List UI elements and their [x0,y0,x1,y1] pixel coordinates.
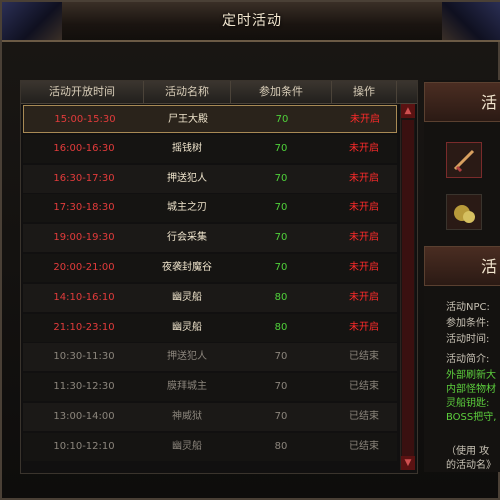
detail-header-2: 活 [424,246,500,286]
row-level: 80 [274,440,288,452]
row-time: 21:10-23:10 [53,321,115,333]
time-label: 活动时间: [446,334,490,345]
condition-label: 参加条件: [446,318,490,329]
row-time: 19:00-19:30 [53,232,115,244]
row-status: 未开启 [349,142,379,154]
scroll-up-icon[interactable]: ▲ [401,104,415,118]
table-header: 活动开放时间 活动名称 参加条件 操作 [21,81,417,104]
header-action: 操作 [332,81,397,103]
row-time: 15:00-15:30 [54,114,116,125]
table-row[interactable]: 16:30-17:30 押送犯人 70 未开启 [23,164,397,193]
row-status: 未开启 [349,321,379,333]
row-name: 幽灵船 [172,291,202,303]
table-row[interactable]: 10:30-11:30 押送犯人 70 已结束 [23,343,397,372]
window-title: 定时活动 [222,13,282,29]
row-level: 70 [274,381,288,393]
row-time: 10:30-11:30 [53,351,115,363]
table-row[interactable]: 13:00-14:00 神威狱 70 已结束 [23,403,397,431]
table-row[interactable]: 20:00-21:00 夜袭封魔谷 70 未开启 [23,254,397,282]
row-name: 神威狱 [172,411,202,422]
scroll-down-icon[interactable]: ▼ [401,456,415,470]
intro-line-4: BOSS把守, [446,412,497,423]
row-name: 行会采集 [167,232,207,244]
row-time: 16:30-17:30 [53,172,115,184]
detail-header: 活 [424,82,500,122]
row-status: 未开启 [349,232,379,244]
row-time: 17:30-18:30 [53,202,115,214]
table-row[interactable]: 17:30-18:30 城主之刃 70 未开启 [23,194,397,223]
table-row[interactable]: 14:10-16:10 幽灵船 80 未开启 [23,283,397,312]
row-level: 70 [274,351,288,363]
row-time: 11:30-12:30 [53,381,115,393]
row-time: 13:00-14:00 [53,411,115,422]
scroll-thumb[interactable] [402,120,414,456]
row-name: 幽灵船 [172,321,202,333]
table-row[interactable]: 21:10-23:10 幽灵船 80 未开启 [23,313,397,342]
row-status: 已结束 [349,351,379,363]
activity-detail-panel: 活 活 活动NPC: 参加条件: 活动时间: 活动简介: 外部刷新大 内部怪物材… [424,80,500,472]
row-level: 70 [274,172,288,184]
npc-label: 活动NPC: [446,302,490,313]
table-row[interactable]: 16:00-16:30 摇钱树 70 未开启 [23,134,397,163]
intro-line-3: 灵船钥匙: [446,398,490,409]
row-status: 未开启 [349,291,379,303]
row-name: 夜袭封魔谷 [162,262,212,273]
row-status: 未开启 [349,202,379,214]
row-level: 80 [274,321,288,333]
row-time: 20:00-21:00 [53,262,115,273]
row-name: 尸王大殿 [168,114,208,125]
row-status: 已结束 [349,381,379,393]
row-time: 10:10-12:10 [53,440,115,452]
usage-hint: （使用 攻 [446,446,490,457]
row-level: 70 [275,114,289,125]
row-name: 幽灵船 [172,440,202,452]
header-level: 参加条件 [231,81,332,103]
activity-name-hint: 的活动名》 [446,460,496,471]
table-row[interactable]: 15:00-15:30 尸王大殿 70 未开启 [23,105,397,133]
row-status: 已结束 [349,440,379,452]
table-row[interactable]: 11:30-12:30 膜拜城主 70 已结束 [23,373,397,402]
row-level: 70 [274,202,288,214]
row-level: 70 [274,142,288,154]
row-status: 未开启 [349,262,379,273]
table-row[interactable]: 10:10-12:10 幽灵船 80 已结束 [23,432,397,461]
row-level: 70 [274,262,288,273]
intro-line-2: 内部怪物材 [446,384,496,395]
header-time: 活动开放时间 [21,81,144,103]
row-level: 70 [274,232,288,244]
row-time: 14:10-16:10 [53,291,115,303]
row-name: 摇钱树 [172,142,202,154]
header-name: 活动名称 [144,81,231,103]
row-name: 城主之刃 [167,202,207,214]
row-name: 押送犯人 [167,351,207,363]
row-name: 押送犯人 [167,172,207,184]
activity-window: 定时活动 活动开放时间 活动名称 参加条件 操作 15:00-15:30 尸王大殿… [0,0,500,500]
row-status: 未开启 [349,172,379,184]
weapon-reward-icon[interactable] [446,142,482,178]
row-level: 80 [274,291,288,303]
row-level: 70 [274,411,288,422]
table-scrollbar[interactable]: ▲ ▼ [400,104,415,470]
intro-label: 活动简介: [446,354,490,365]
row-status: 未开启 [350,114,380,125]
title-bar: 定时活动 [2,2,500,42]
row-time: 16:00-16:30 [53,142,115,154]
gold-bag-icon[interactable] [446,194,482,230]
row-name: 膜拜城主 [167,381,207,393]
intro-line-1: 外部刷新大 [446,370,496,381]
activity-table: 活动开放时间 活动名称 参加条件 操作 15:00-15:30 尸王大殿 70 未开启… [20,80,418,474]
table-row[interactable]: 19:00-19:30 行会采集 70 未开启 [23,224,397,253]
row-status: 已结束 [349,411,379,422]
